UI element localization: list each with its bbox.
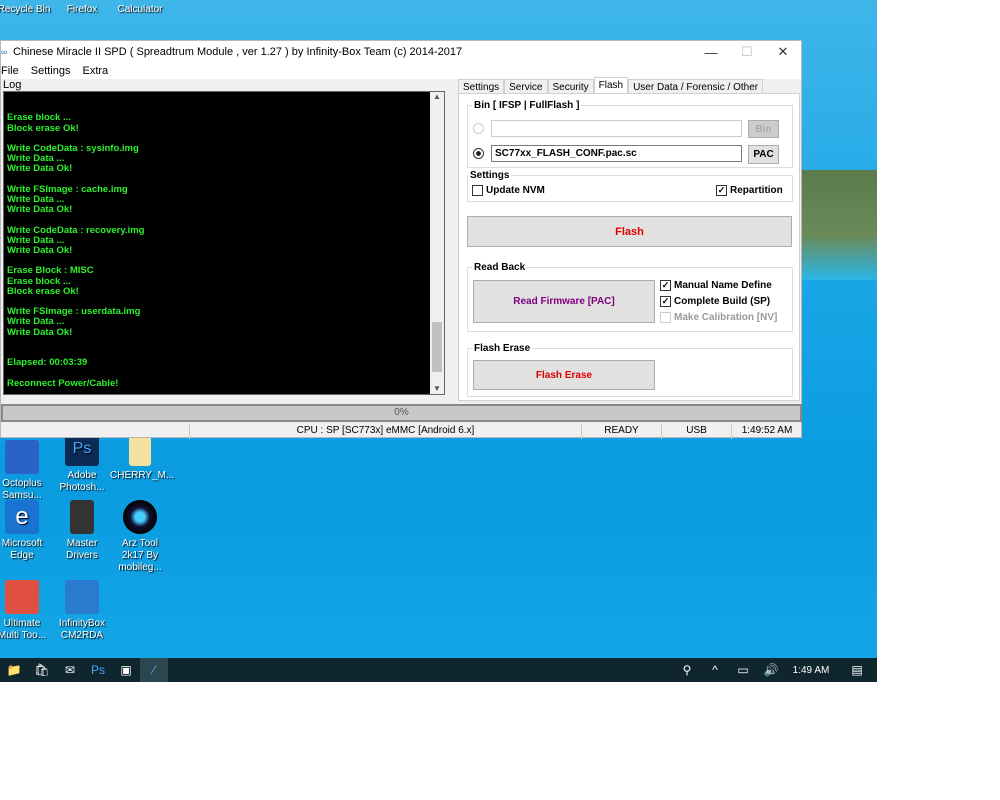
- mail-icon[interactable]: ✉: [56, 658, 84, 682]
- flash-erase-button[interactable]: Flash Erase: [473, 360, 655, 390]
- desktop-icon-cherry[interactable]: CHERRY_M...: [110, 432, 174, 482]
- pac-path-input[interactable]: SC77xx_FLASH_CONF.pac.sc: [491, 145, 742, 162]
- progress-bar: 0%: [1, 404, 802, 422]
- scroll-up-icon[interactable]: ▲: [430, 92, 444, 102]
- log-line: Write CodeData : recovery.img: [7, 224, 145, 236]
- log-line: Block erase Ok!: [7, 122, 79, 134]
- complete-build-checkbox[interactable]: ✓ Complete Build (SP): [660, 296, 770, 307]
- desktop-icon-arz-tool[interactable]: Arz Tool 2k17 By mobileg...: [110, 500, 170, 574]
- desktop-icon-photoshop[interactable]: Ps Adobe Photosh...: [52, 432, 112, 494]
- octoplus-icon: [5, 440, 39, 474]
- bin-group-label: Bin [ IFSP | FullFlash ]: [474, 100, 580, 111]
- desktop-icon-recycle-bin[interactable]: Recycle Bin: [0, 4, 54, 16]
- read-firmware-button[interactable]: Read Firmware [PAC]: [473, 280, 655, 323]
- photoshop-taskbar-icon[interactable]: Ps: [84, 658, 112, 682]
- desktop-icon-firefox[interactable]: Firefox: [52, 4, 112, 16]
- pac-radio[interactable]: [473, 148, 484, 159]
- app-window: ∞ Chinese Miracle II SPD ( Spreadtrum Mo…: [0, 40, 802, 439]
- status-state: READY: [581, 423, 661, 439]
- cm2-taskbar-icon[interactable]: ⁄: [140, 658, 168, 682]
- update-nvm-checkbox[interactable]: Update NVM: [472, 185, 545, 196]
- chevron-up-icon[interactable]: ^: [701, 658, 729, 682]
- flash-panel: Bin [ IFSP | FullFlash ] Bin SC77xx_FLAS…: [458, 93, 800, 401]
- app-taskbar-icon[interactable]: ▣: [112, 658, 140, 682]
- desktop-icon-calculator[interactable]: Calculator: [110, 4, 170, 16]
- bin-path-input[interactable]: [491, 120, 742, 137]
- log-line: Write Data Ok!: [7, 245, 73, 257]
- log-line: Write Data ...: [7, 316, 65, 328]
- status-time: 1:49:52 AM: [731, 423, 802, 439]
- desktop-icon-cm2rda[interactable]: InfinityBox CM2RDA: [52, 580, 112, 642]
- scroll-down-icon[interactable]: ▼: [430, 384, 444, 394]
- log-line: Write Data Ok!: [7, 326, 73, 338]
- desktop-icon-ultimate[interactable]: Ultimate Multi Too...: [0, 580, 52, 642]
- log-line: Write Data ...: [7, 194, 65, 206]
- taskbar-clock[interactable]: 1:49 AM: [785, 665, 837, 676]
- notifications-icon[interactable]: ▤: [837, 658, 877, 682]
- manual-name-checkbox[interactable]: ✓ Manual Name Define: [660, 280, 772, 291]
- status-bar: CPU : SP [SC773x] eMMC [Android 6.x] REA…: [1, 423, 802, 439]
- log-line: Write FSImage : cache.img: [7, 183, 128, 195]
- log-scrollbar[interactable]: ▲ ▼: [430, 92, 444, 394]
- taskbar: 📁 🛍 ✉ Ps ▣ ⁄ ⚲ ^ ▭ 🔊 1:49 AM ▤: [0, 658, 877, 682]
- log-line: Write CodeData : sysinfo.img: [7, 143, 139, 155]
- menu-bar: File Settings Extra: [1, 63, 801, 79]
- status-cpu: CPU : SP [SC773x] eMMC [Android 6.x]: [189, 423, 581, 439]
- settings-group-label: Settings: [470, 170, 510, 181]
- desktop-icon-master-drivers[interactable]: Master Drivers: [52, 500, 112, 562]
- window-title: Chinese Miracle II SPD ( Spreadtrum Modu…: [13, 46, 463, 58]
- log-line: Reconnect Power/Cable!: [7, 377, 119, 389]
- pac-button[interactable]: PAC: [748, 145, 779, 164]
- log-line: Block erase Ok!: [7, 285, 79, 297]
- file-explorer-icon[interactable]: 📁: [0, 658, 28, 682]
- make-calibration-checkbox[interactable]: Make Calibration [NV]: [660, 312, 777, 323]
- close-button[interactable]: ✕: [765, 44, 801, 60]
- log-line: Write Data Ok!: [7, 204, 73, 216]
- status-empty: [1, 423, 189, 439]
- app-logo-icon: ∞: [1, 47, 8, 57]
- arz-tool-icon: [123, 500, 157, 534]
- maximize-button[interactable]: ☐: [729, 44, 765, 60]
- flash-erase-group-label: Flash Erase: [474, 343, 531, 354]
- repartition-checkbox[interactable]: ✓ Repartition: [716, 185, 783, 196]
- minimize-button[interactable]: —: [693, 45, 729, 60]
- store-icon[interactable]: 🛍: [28, 658, 56, 682]
- menu-settings[interactable]: Settings: [31, 65, 71, 77]
- cm2rda-icon: [65, 580, 99, 614]
- desktop-icon-octoplus[interactable]: Octoplus Samsu...: [0, 440, 52, 502]
- log-line: Erase Block : MISC: [7, 265, 94, 277]
- log-line: Write Data ...: [7, 153, 65, 165]
- volume-icon[interactable]: 🔊: [757, 658, 785, 682]
- desktop-icon-edge[interactable]: e Microsoft Edge: [0, 500, 52, 562]
- bin-button[interactable]: Bin: [748, 120, 779, 138]
- log-line: Write FSImage : userdata.img: [7, 306, 141, 318]
- log-line: Elapsed: 00:03:39: [7, 357, 88, 369]
- checkmark-icon[interactable]: ✓: [660, 280, 671, 291]
- scroll-thumb[interactable]: [432, 322, 442, 372]
- readback-group-label: Read Back: [474, 262, 526, 273]
- wallpaper-beach: [800, 170, 877, 280]
- checkmark-icon[interactable]: ✓: [716, 185, 727, 196]
- menu-file[interactable]: File: [1, 65, 19, 77]
- log-label: Log: [3, 79, 22, 91]
- usb-icon: [70, 500, 94, 534]
- people-icon[interactable]: ⚲: [673, 658, 701, 682]
- flash-button[interactable]: Flash: [467, 216, 792, 247]
- log-line: Write Data Ok!: [7, 163, 73, 175]
- make-calibration-box[interactable]: [660, 312, 671, 323]
- bin-radio[interactable]: [473, 123, 484, 134]
- network-icon[interactable]: ▭: [729, 658, 757, 682]
- ultimate-icon: [5, 580, 39, 614]
- log-line: Write Data ...: [7, 234, 65, 246]
- status-port: USB: [661, 423, 731, 439]
- log-output: Erase block ... Block erase Ok! Write Cod…: [3, 91, 445, 395]
- checkmark-icon[interactable]: ✓: [660, 296, 671, 307]
- menu-extra[interactable]: Extra: [82, 65, 108, 77]
- edge-icon: e: [5, 500, 39, 534]
- title-bar: ∞ Chinese Miracle II SPD ( Spreadtrum Mo…: [1, 41, 801, 63]
- update-nvm-box[interactable]: [472, 185, 483, 196]
- log-text: Erase block ... Block erase Ok! Write Cod…: [7, 113, 441, 389]
